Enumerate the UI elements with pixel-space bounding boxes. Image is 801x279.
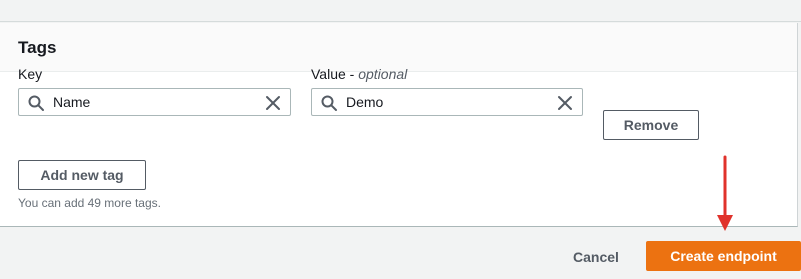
key-label: Key — [18, 66, 43, 82]
cancel-button[interactable]: Cancel — [573, 249, 619, 265]
divider — [0, 21, 801, 22]
key-input[interactable]: Name — [18, 88, 291, 116]
optional-label: optional — [358, 66, 408, 82]
value-input[interactable]: Demo — [311, 88, 583, 116]
clear-icon[interactable] — [556, 94, 574, 112]
key-input-value: Name — [53, 94, 91, 110]
create-endpoint-button[interactable]: Create endpoint — [646, 241, 801, 271]
value-label: Value - optional — [311, 66, 407, 82]
tags-panel-header: Tags — [0, 23, 797, 72]
search-icon — [28, 95, 44, 111]
tags-helper-text: You can add 49 more tags. — [18, 196, 161, 210]
add-new-tag-button[interactable]: Add new tag — [18, 160, 146, 190]
search-icon — [321, 95, 337, 111]
remove-tag-button[interactable]: Remove — [603, 110, 699, 140]
arrow-annotation-icon — [717, 155, 733, 231]
clear-icon[interactable] — [264, 94, 282, 112]
panel-title: Tags — [18, 38, 57, 57]
value-input-value: Demo — [346, 94, 384, 110]
page-background-strip — [0, 0, 801, 22]
value-label-text: Value - — [311, 66, 359, 82]
